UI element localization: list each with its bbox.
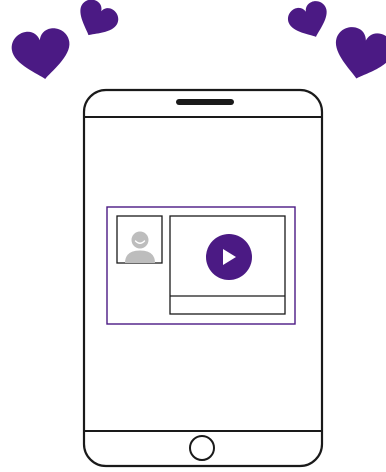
hearts xyxy=(11,0,386,79)
heart-icon xyxy=(288,1,327,37)
illustration xyxy=(11,0,386,468)
home-button[interactable] xyxy=(189,435,215,461)
heart-icon xyxy=(80,0,119,36)
heart-icon xyxy=(335,27,386,79)
speaker-slot xyxy=(176,99,234,105)
play-button[interactable] xyxy=(206,234,252,280)
heart-icon xyxy=(11,28,70,79)
